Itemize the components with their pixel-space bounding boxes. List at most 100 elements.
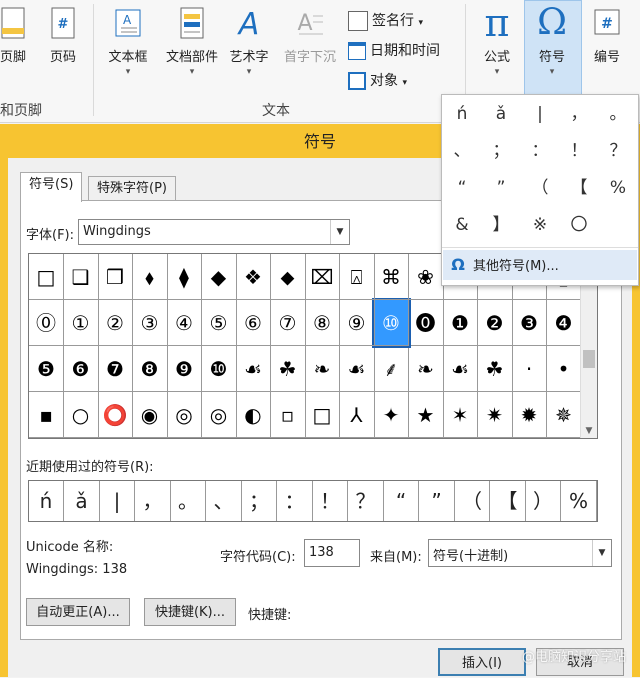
symbol-cell[interactable]: ⬥ bbox=[270, 254, 306, 300]
chevron-down-icon[interactable]: ▼ bbox=[330, 220, 349, 244]
scroll-thumb[interactable] bbox=[583, 350, 595, 368]
insert-button[interactable]: 插入(I) bbox=[438, 648, 526, 676]
symbol-cell[interactable]: ▫ bbox=[270, 392, 306, 438]
symbol-cell[interactable]: ◎ bbox=[167, 392, 202, 438]
popup-symbol-cell[interactable]: & bbox=[443, 207, 481, 243]
symbol-cell[interactable]: ○ bbox=[63, 392, 99, 438]
symbol-cell[interactable]: ⑤ bbox=[201, 300, 237, 346]
drop-cap-button[interactable]: A 首字下沉 bbox=[278, 6, 342, 65]
recent-symbol-cell[interactable]: ； bbox=[242, 481, 277, 521]
symbol-cell[interactable]: ⓪ bbox=[29, 300, 64, 346]
popup-symbol-cell[interactable]: ？ bbox=[599, 133, 637, 169]
recent-symbol-cell[interactable]: % bbox=[562, 481, 597, 521]
symbol-cell[interactable]: ⑦ bbox=[270, 300, 306, 346]
tab-symbols[interactable]: 符号(S) bbox=[20, 172, 83, 202]
recent-symbol-cell[interactable]: ， bbox=[136, 481, 171, 521]
popup-symbol-cell[interactable]: ǎ bbox=[482, 96, 520, 132]
recent-symbols[interactable]: ń ǎ |，。、；：！？ “” （【）% bbox=[28, 480, 598, 522]
symbol-button[interactable]: Ω 符号 ▾ bbox=[526, 5, 578, 78]
symbol-cell[interactable]: □ bbox=[29, 254, 64, 300]
symbol-cell[interactable]: ⌧ bbox=[305, 254, 340, 300]
recent-symbol-cell[interactable]: （ bbox=[455, 481, 490, 521]
recent-symbol-cell[interactable]: ！ bbox=[313, 481, 348, 521]
symbol-cell[interactable]: ❾ bbox=[167, 346, 202, 392]
recent-symbol-cell[interactable]: ： bbox=[278, 481, 313, 521]
symbol-cell[interactable]: ⑨ bbox=[339, 300, 375, 346]
symbol-cell[interactable]: ❻ bbox=[63, 346, 99, 392]
symbol-cell[interactable]: ❹ bbox=[546, 300, 582, 346]
popup-symbol-cell[interactable]: ： bbox=[521, 133, 559, 169]
symbol-cell[interactable]: ✵ bbox=[546, 392, 582, 438]
recent-symbol-cell[interactable]: ？ bbox=[349, 481, 384, 521]
symbol-cell[interactable]: ❼ bbox=[98, 346, 133, 392]
symbol-cell[interactable]: ⑩ bbox=[372, 298, 411, 348]
popup-symbol-cell[interactable]: ； bbox=[482, 133, 520, 169]
symbol-cell[interactable]: ☙ bbox=[443, 346, 478, 392]
popup-symbol-cell[interactable]: 。 bbox=[599, 96, 637, 132]
tab-special-chars[interactable]: 特殊字符(P) bbox=[88, 176, 176, 201]
symbol-cell[interactable]: ❽ bbox=[132, 346, 168, 392]
symbol-cell[interactable]: ◎ bbox=[201, 392, 237, 438]
symbol-cell[interactable]: ❶ bbox=[443, 300, 478, 346]
number-button[interactable]: # 编号 bbox=[582, 6, 632, 65]
symbol-cell[interactable]: ❧ bbox=[305, 346, 340, 392]
symbol-cell[interactable]: ✹ bbox=[512, 392, 547, 438]
recent-symbol-cell[interactable]: ń bbox=[29, 481, 64, 521]
wordart-button[interactable]: A 艺术字 ▾ bbox=[224, 6, 274, 77]
symbol-cell[interactable]: ⸙ bbox=[374, 346, 409, 392]
symbol-cell[interactable]: ◆ bbox=[201, 254, 237, 300]
symbol-cell[interactable]: ◐ bbox=[236, 392, 271, 438]
footer-button[interactable]: 页脚 bbox=[0, 6, 36, 65]
recent-symbol-cell[interactable]: ǎ bbox=[65, 481, 100, 521]
symbol-cell[interactable]: ✷ bbox=[477, 392, 513, 438]
popup-symbol-cell[interactable]: ※ bbox=[521, 207, 559, 243]
popup-symbol-cell[interactable]: “ bbox=[443, 170, 481, 206]
popup-symbol-cell[interactable]: （ bbox=[521, 170, 559, 206]
recent-symbol-cell[interactable]: ” bbox=[420, 481, 455, 521]
recent-symbol-cell[interactable]: “ bbox=[384, 481, 419, 521]
popup-symbol-cell[interactable]: 〇 bbox=[560, 207, 598, 243]
shortcut-key-button[interactable]: 快捷键(K)... bbox=[144, 598, 236, 626]
symbol-cell[interactable]: ② bbox=[98, 300, 133, 346]
symbol-cell[interactable]: ⓿ bbox=[408, 300, 444, 346]
symbol-cell[interactable]: ✶ bbox=[443, 392, 478, 438]
popup-symbol-cell[interactable]: 、 bbox=[443, 133, 481, 169]
popup-symbol-cell[interactable]: 】 bbox=[482, 207, 520, 243]
popup-symbol-cell[interactable]: ， bbox=[560, 96, 598, 132]
popup-symbol-cell[interactable]: | bbox=[521, 96, 559, 132]
symbol-cell[interactable]: ☙ bbox=[236, 346, 271, 392]
symbol-cell[interactable]: ☘ bbox=[270, 346, 306, 392]
symbol-cell[interactable]: ⌘ bbox=[374, 254, 409, 300]
recent-symbol-cell[interactable]: 【 bbox=[491, 481, 526, 521]
symbol-cell[interactable]: ③ bbox=[132, 300, 168, 346]
symbol-cell[interactable]: ❿ bbox=[201, 346, 237, 392]
scroll-down-icon[interactable]: ▼ bbox=[581, 426, 597, 436]
symbol-cell[interactable]: ⅄ bbox=[339, 392, 375, 438]
more-symbols-item[interactable]: Ω 其他符号(M)... bbox=[443, 250, 637, 280]
autocorrect-button[interactable]: 自动更正(A)... bbox=[26, 598, 130, 626]
symbol-cell[interactable]: ▪ bbox=[29, 392, 64, 438]
symbol-cell[interactable]: ❑ bbox=[63, 254, 99, 300]
symbol-cell[interactable]: ❸ bbox=[512, 300, 547, 346]
symbol-cell[interactable]: ❒ bbox=[98, 254, 133, 300]
char-code-input[interactable]: 138 bbox=[304, 539, 360, 567]
chevron-down-icon[interactable]: ▼ bbox=[592, 540, 611, 566]
text-box-button[interactable]: A 文本框 ▾ bbox=[100, 6, 156, 77]
popup-symbol-cell[interactable]: ” bbox=[482, 170, 520, 206]
popup-symbol-cell[interactable]: ！ bbox=[560, 133, 598, 169]
recent-symbol-cell[interactable]: ） bbox=[526, 481, 561, 521]
symbol-cell[interactable]: · bbox=[512, 346, 547, 392]
symbol-cell[interactable]: ❷ bbox=[477, 300, 513, 346]
recent-symbol-cell[interactable]: 、 bbox=[207, 481, 242, 521]
popup-symbol-cell[interactable]: % bbox=[599, 170, 637, 206]
symbol-cell[interactable]: ❀ bbox=[408, 254, 444, 300]
symbol-cell[interactable]: □ bbox=[305, 392, 340, 438]
page-number-button[interactable]: # 页码 bbox=[40, 6, 86, 65]
recent-symbol-cell[interactable]: | bbox=[100, 481, 135, 521]
font-select[interactable]: Wingdings ▼ bbox=[78, 219, 350, 245]
symbol-cell[interactable]: ⑧ bbox=[305, 300, 340, 346]
symbol-cell[interactable]: ❖ bbox=[236, 254, 271, 300]
symbol-cell[interactable]: ❧ bbox=[408, 346, 444, 392]
symbol-cell[interactable]: ★ bbox=[408, 392, 444, 438]
equation-button[interactable]: π 公式 ▾ bbox=[472, 4, 522, 77]
